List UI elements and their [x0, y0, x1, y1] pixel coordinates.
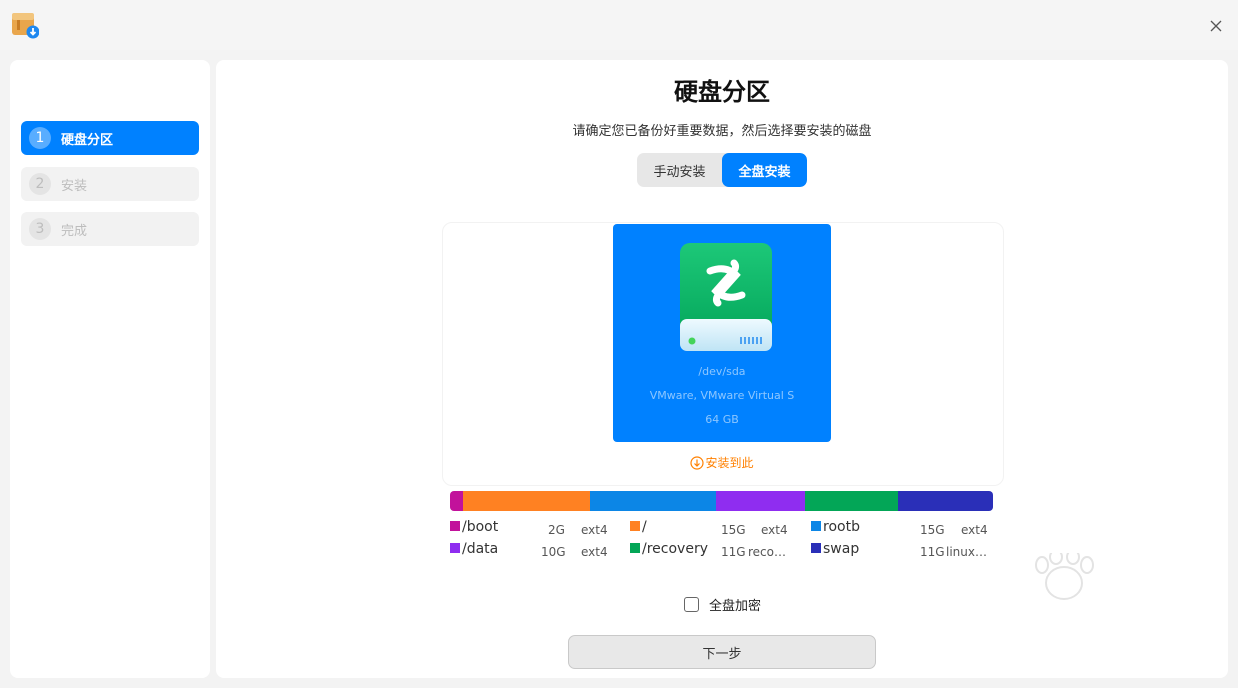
full-disk-encryption-checkbox[interactable]: 全盘加密	[684, 595, 761, 614]
partition-name: /boot	[462, 519, 499, 535]
partition-name: /recovery	[642, 541, 708, 557]
legend-swatch	[450, 543, 460, 553]
install-here-label: 安装到此	[705, 456, 754, 470]
legend-swatch	[811, 543, 821, 553]
legend-swatch	[630, 543, 640, 553]
partition-size: 10G	[541, 545, 566, 559]
legend-swap: swap	[811, 541, 859, 557]
partition-size: 11G	[721, 545, 746, 559]
baidu-jingyan-watermark	[1035, 553, 1094, 600]
sidebar: 1 硬盘分区 2 安装 3 完成	[10, 60, 210, 678]
sidebar-step-install[interactable]: 2 安装	[21, 167, 199, 201]
partition-fs: reco…	[748, 545, 786, 559]
tab-full-disk-install[interactable]: 全盘安装	[722, 153, 807, 187]
legend-boot: /boot	[450, 519, 498, 535]
step-number: 1	[29, 127, 51, 149]
title-bar	[0, 0, 1238, 50]
legend-swatch	[450, 521, 460, 531]
sidebar-step-finish[interactable]: 3 完成	[21, 212, 199, 246]
checkbox-box[interactable]	[684, 597, 699, 612]
disk-device: /dev/sda	[698, 365, 746, 378]
partition-name: rootb	[823, 519, 860, 535]
partition-segment-0	[450, 491, 464, 511]
installer-app-icon	[12, 13, 39, 39]
partition-bar	[450, 491, 993, 511]
legend-swatch	[630, 521, 640, 531]
partition-segment-5	[897, 491, 993, 511]
partition-name: /data	[462, 541, 499, 557]
disk-model: VMware, VMware Virtual S	[649, 389, 795, 402]
hard-disk-icon	[680, 243, 772, 351]
step-number: 2	[29, 173, 51, 195]
legend-root: /	[630, 519, 647, 535]
partition-size: 15G	[920, 523, 945, 537]
partition-fs: ext4	[581, 545, 608, 559]
partition-size: 11G	[920, 545, 945, 559]
legend-data: /data	[450, 541, 498, 557]
partition-fs: ext4	[581, 523, 608, 537]
disk-card-selected[interactable]: /dev/sda VMware, VMware Virtual S 64 GB	[613, 224, 831, 442]
partition-segment-3	[716, 491, 806, 511]
partition-size: 2G	[548, 523, 565, 537]
close-icon[interactable]	[1208, 18, 1224, 34]
encrypt-label: 全盘加密	[709, 599, 762, 614]
partition-segment-1	[463, 491, 590, 511]
tab-manual-install[interactable]: 手动安装	[637, 153, 722, 187]
partition-size: 15G	[721, 523, 746, 537]
step-number: 3	[29, 218, 51, 240]
legend-recovery: /recovery	[630, 541, 708, 557]
sidebar-step-partition[interactable]: 1 硬盘分区	[21, 121, 199, 155]
step-label: 安装	[61, 178, 88, 194]
install-mode-switch: 手动安装 全盘安装	[637, 153, 807, 187]
legend-swatch	[811, 521, 821, 531]
partition-segment-4	[805, 491, 898, 511]
partition-name: /	[642, 519, 647, 535]
page-subtitle: 请确定您已备份好重要数据，然后选择要安装的磁盘	[572, 124, 872, 139]
step-label: 硬盘分区	[61, 132, 114, 148]
page-title: 硬盘分区	[674, 78, 770, 106]
next-button[interactable]: 下一步	[568, 635, 876, 669]
install-here-link[interactable]: 安装到此	[216, 454, 1228, 471]
partition-name: swap	[823, 541, 860, 557]
partition-fs: ext4	[761, 523, 788, 537]
partition-segment-2	[589, 491, 717, 511]
step-label: 完成	[61, 223, 88, 239]
partition-fs: ext4	[961, 523, 988, 537]
download-circle-icon	[690, 455, 705, 470]
disk-size: 64 GB	[705, 413, 739, 426]
legend-rootb: rootb	[811, 519, 860, 535]
